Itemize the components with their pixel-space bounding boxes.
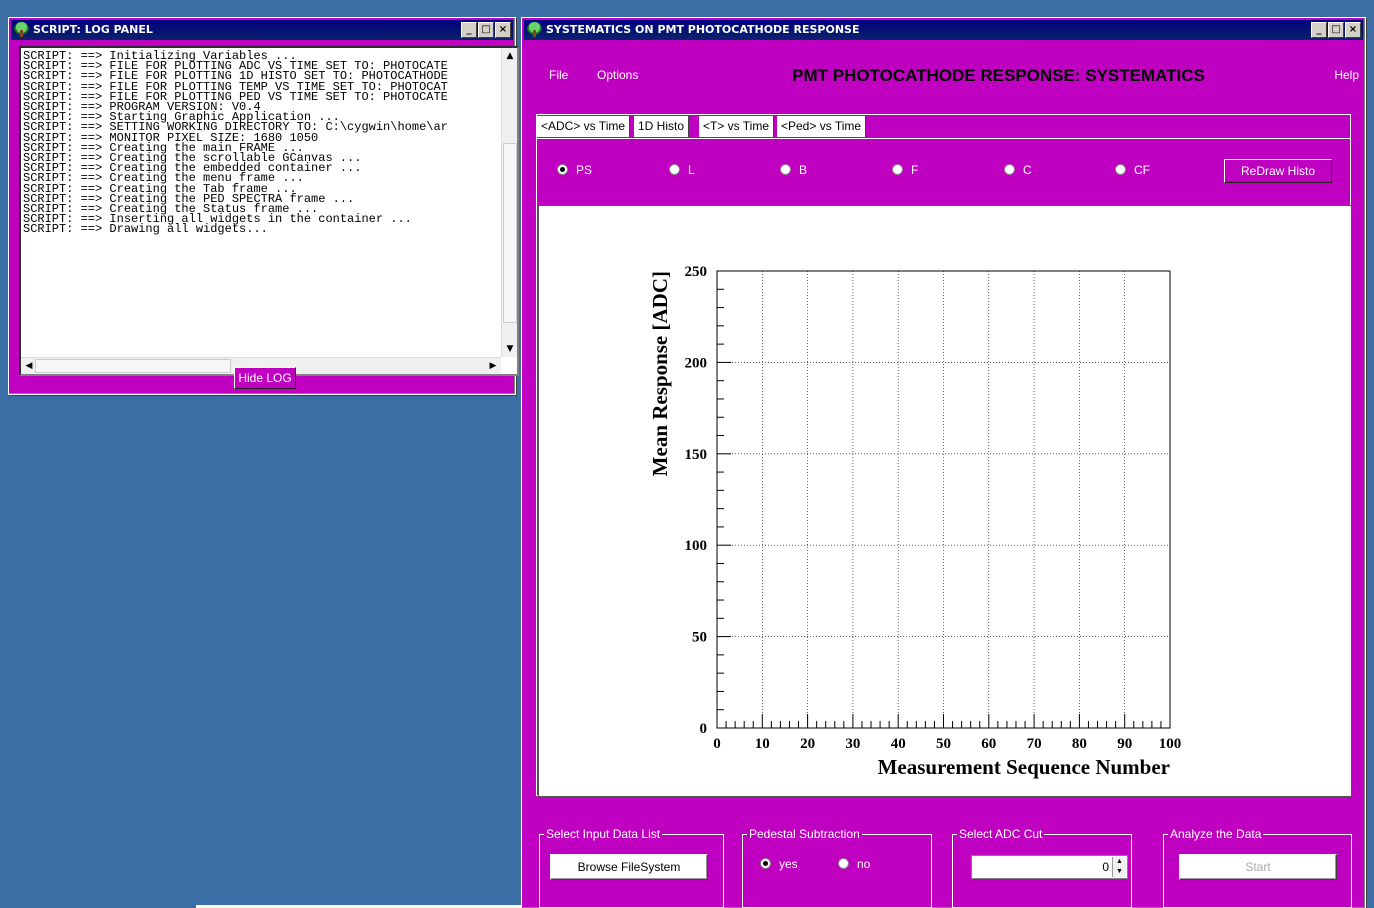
scroll-up-icon[interactable]: ▲ xyxy=(502,48,518,64)
x-tick-label: 30 xyxy=(845,736,860,752)
pedestal-group-label: Pedestal Subtraction xyxy=(747,827,862,841)
minimize-icon[interactable]: _ xyxy=(461,22,477,38)
minimize-icon[interactable]: _ xyxy=(1311,22,1327,38)
radio-pedestal-no[interactable]: no xyxy=(838,857,870,871)
vertical-scroll-thumb[interactable] xyxy=(503,143,517,323)
tab-ped-vs-time[interactable]: <Ped> vs Time xyxy=(777,116,867,137)
adc-cut-spinbox[interactable]: 0 ▲ ▼ xyxy=(971,855,1128,879)
radio-unchecked-icon xyxy=(892,164,903,175)
tab-1d-histo[interactable]: 1D Histo xyxy=(634,116,690,137)
x-tick-label: 0 xyxy=(713,736,721,752)
y-tick-label: 200 xyxy=(685,355,708,371)
x-tick-label: 70 xyxy=(1027,736,1042,752)
x-tick-label: 20 xyxy=(800,736,815,752)
scroll-down-icon[interactable]: ▼ xyxy=(502,341,518,357)
radio-c[interactable]: C xyxy=(1004,163,1032,177)
radio-unchecked-icon xyxy=(1115,164,1126,175)
input-data-group-label: Select Input Data List xyxy=(544,827,663,841)
log-text-area[interactable]: SCRIPT: ==> Initializing Variables ... SC… xyxy=(19,46,519,376)
radio-cf[interactable]: CF xyxy=(1115,163,1150,177)
y-tick-label: 0 xyxy=(700,721,708,737)
hide-log-button[interactable]: Hide LOG xyxy=(234,367,296,389)
x-tick-label: 50 xyxy=(936,736,951,752)
radio-checked-icon xyxy=(557,164,568,175)
radio-pedestal-yes[interactable]: yes xyxy=(760,857,798,871)
menu-bar: File Options PMT PHOTOCATHODE RESPONSE: … xyxy=(524,40,1363,110)
y-tick-label: 100 xyxy=(685,538,708,554)
x-axis-label: Measurement Sequence Number xyxy=(878,755,1170,779)
x-tick-label: 10 xyxy=(755,736,770,752)
close-icon[interactable]: × xyxy=(495,22,511,38)
analyze-group: Analyze the Data Start xyxy=(1163,827,1352,908)
y-tick-label: 150 xyxy=(685,447,708,463)
pedestal-subtraction-group: Pedestal Subtraction yes no xyxy=(742,827,932,908)
log-panel-window: SCRIPT: LOG PANEL _ □ × SCRIPT: ==> Init… xyxy=(8,17,519,395)
y-tick-label: 50 xyxy=(692,630,707,646)
radio-f[interactable]: F xyxy=(892,163,918,177)
analyze-group-label: Analyze the Data xyxy=(1168,827,1264,841)
scroll-right-icon[interactable]: ▶ xyxy=(485,358,501,374)
main-window-title: SYSTEMATICS ON PMT PHOTOCATHODE RESPONSE xyxy=(546,23,860,36)
radio-unchecked-icon xyxy=(1004,164,1015,175)
maximize-icon[interactable]: □ xyxy=(478,22,494,38)
adc-vs-time-chart: 0 50 100 150 200 250 0 10 20 30 40 50 60 70 80 90 100 Mea… xyxy=(648,264,1182,779)
y-axis-label: Mean Response [ADC] xyxy=(648,271,672,476)
x-tick-label: 90 xyxy=(1117,736,1132,752)
log-text: SCRIPT: ==> Initializing Variables ... SC… xyxy=(21,48,501,357)
browse-filesystem-button[interactable]: Browse FileSystem xyxy=(550,854,708,880)
tab-t-vs-time[interactable]: <T> vs Time xyxy=(699,116,775,137)
radio-checked-icon xyxy=(760,858,771,869)
x-tick-label: 40 xyxy=(891,736,906,752)
adc-cut-group-label: Select ADC Cut xyxy=(957,827,1045,841)
radio-unchecked-icon xyxy=(669,164,680,175)
root-tree-icon xyxy=(14,22,29,37)
close-icon[interactable]: × xyxy=(1345,22,1361,38)
x-tick-label: 60 xyxy=(981,736,996,752)
maximize-icon[interactable]: □ xyxy=(1328,22,1344,38)
plot-canvas[interactable]: 0 50 100 150 200 250 0 10 20 30 40 50 60 70 80 90 100 Mea… xyxy=(538,205,1352,797)
log-line: SCRIPT: ==> Drawing all widgets... xyxy=(23,222,268,237)
y-tick-label: 250 xyxy=(685,264,708,280)
log-panel-title: SCRIPT: LOG PANEL xyxy=(33,23,153,36)
tab-adc-vs-time[interactable]: <ADC> vs Time xyxy=(537,116,631,137)
menu-help[interactable]: Help xyxy=(1334,68,1359,82)
app-title: PMT PHOTOCATHODE RESPONSE: SYSTEMATICS xyxy=(792,66,1205,85)
radio-l[interactable]: L xyxy=(669,163,695,177)
horizontal-scroll-thumb[interactable] xyxy=(35,359,231,373)
vertical-scrollbar[interactable]: ▲ ▼ xyxy=(501,48,517,357)
adc-cut-group: Select ADC Cut 0 ▲ ▼ xyxy=(952,827,1132,908)
radio-unchecked-icon xyxy=(780,164,791,175)
radio-ps[interactable]: PS xyxy=(557,163,592,177)
tab-bar: <ADC> vs Time 1D Histo <T> vs Time <Ped>… xyxy=(536,114,1351,138)
radio-unchecked-icon xyxy=(838,858,849,869)
input-data-group: Select Input Data List Browse FileSystem xyxy=(539,827,724,908)
log-panel-titlebar[interactable]: SCRIPT: LOG PANEL _ □ × xyxy=(11,20,513,40)
x-tick-label: 100 xyxy=(1159,736,1182,752)
root-tree-icon xyxy=(527,22,542,37)
x-tick-label: 80 xyxy=(1072,736,1087,752)
radio-b[interactable]: B xyxy=(780,163,807,177)
start-button[interactable]: Start xyxy=(1179,854,1337,880)
systematics-window: SYSTEMATICS ON PMT PHOTOCATHODE RESPONSE… xyxy=(521,17,1366,908)
redraw-histo-button[interactable]: ReDraw Histo xyxy=(1224,159,1332,183)
main-window-titlebar[interactable]: SYSTEMATICS ON PMT PHOTOCATHODE RESPONSE… xyxy=(524,20,1363,40)
spin-arrows-icon[interactable]: ▲ ▼ xyxy=(1112,857,1126,877)
